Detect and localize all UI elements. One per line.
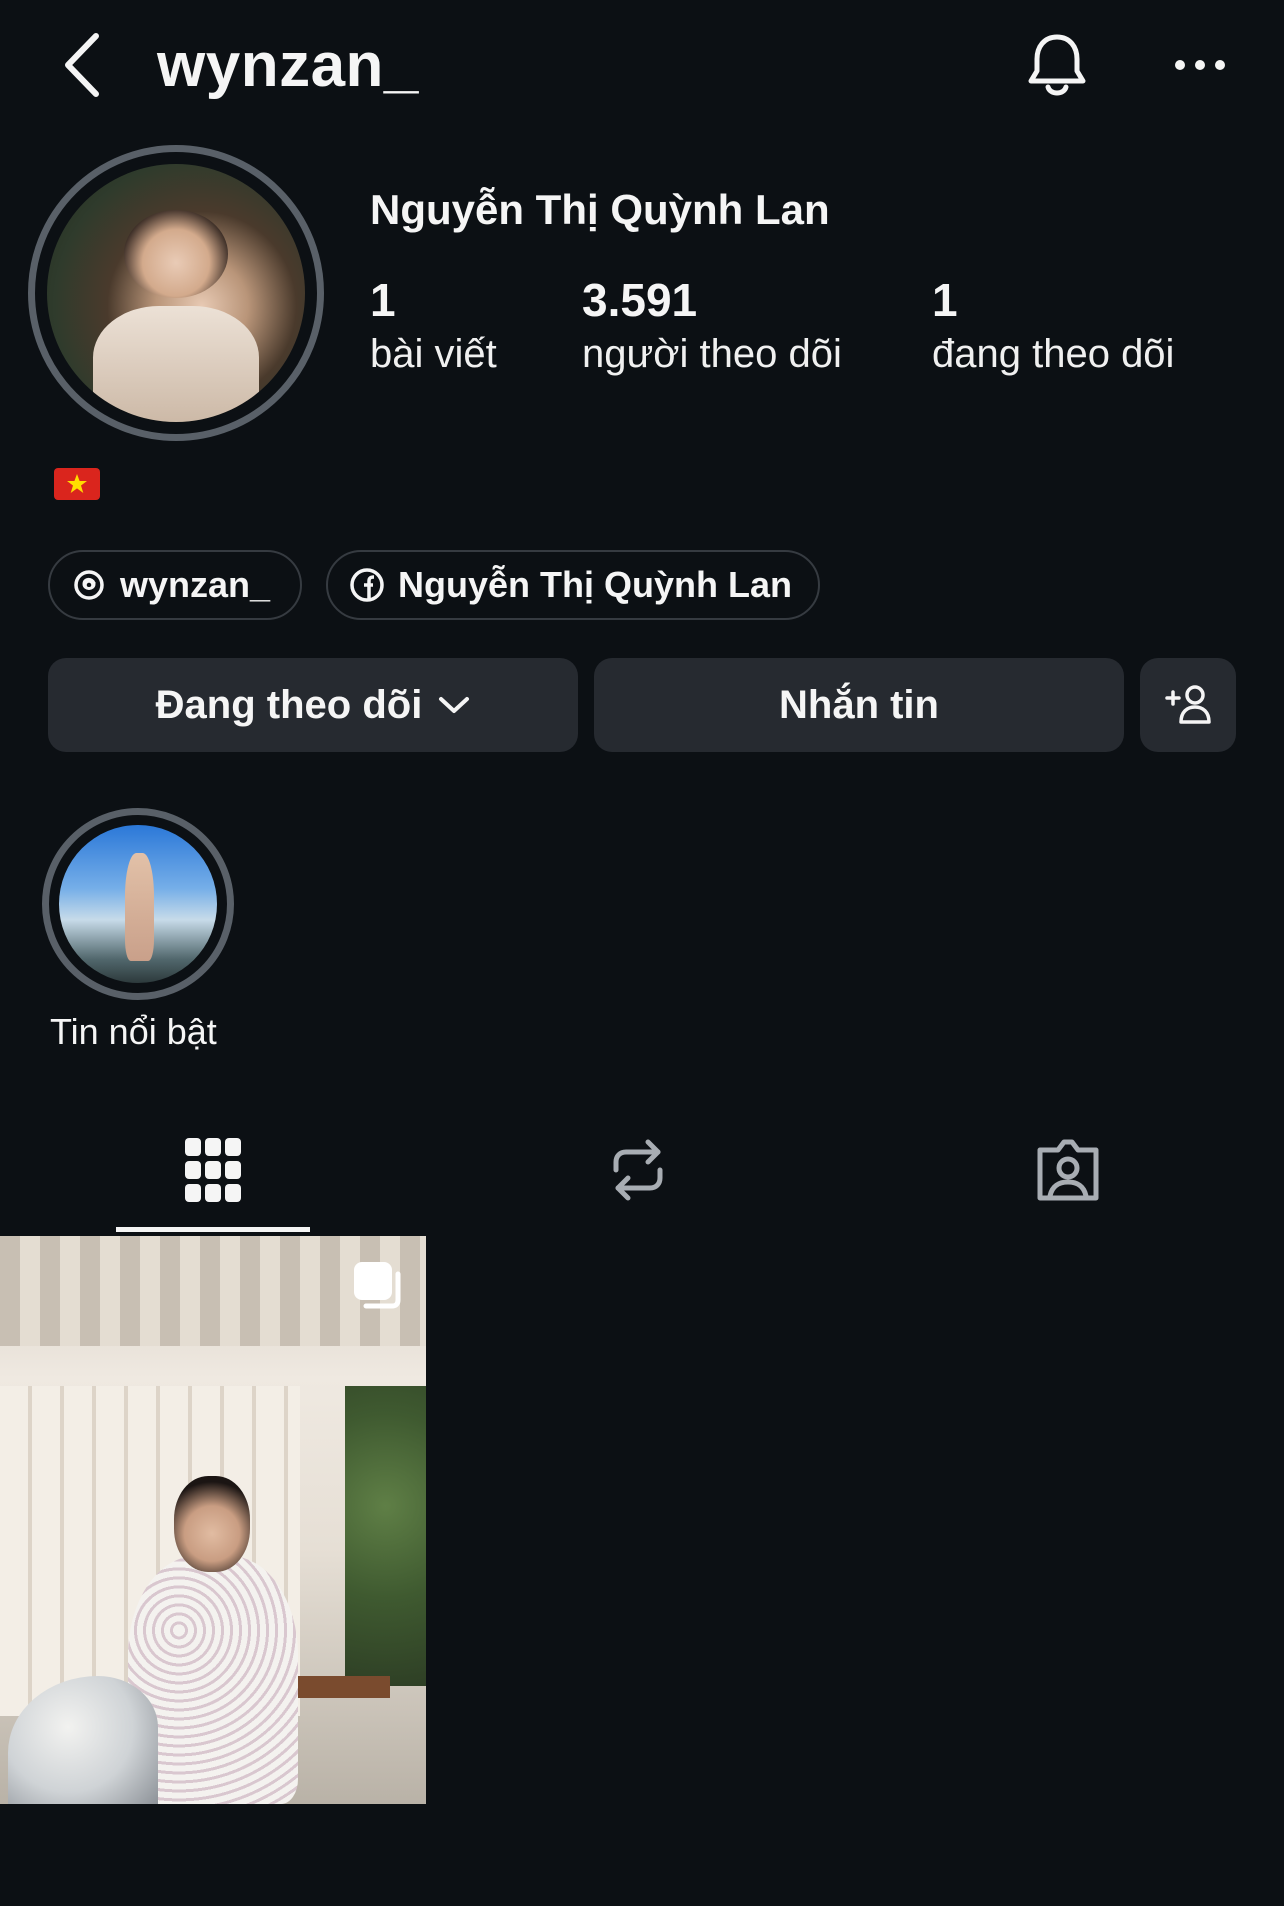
following-count: 1 bbox=[932, 274, 958, 326]
facebook-link[interactable]: Nguyễn Thị Quỳnh Lan bbox=[326, 550, 820, 620]
vietnam-flag-icon bbox=[54, 468, 100, 500]
grid-icon bbox=[185, 1138, 241, 1202]
profile-full-name: Nguyễn Thị Quỳnh Lan bbox=[370, 186, 830, 233]
facebook-link-label: Nguyễn Thị Quỳnh Lan bbox=[398, 564, 792, 605]
notifications-button[interactable] bbox=[1022, 28, 1092, 104]
avatar-image bbox=[47, 164, 305, 422]
suggested-users-button[interactable] bbox=[1140, 658, 1236, 752]
chevron-left-icon bbox=[65, 33, 99, 97]
message-button[interactable]: Nhắn tin bbox=[594, 658, 1124, 752]
threads-link[interactable]: wynzan_ bbox=[48, 550, 302, 620]
following-label: đang theo dõi bbox=[932, 332, 1175, 376]
facebook-icon bbox=[350, 568, 384, 602]
posts-count: 1 bbox=[370, 274, 396, 326]
tab-reposts[interactable] bbox=[568, 1120, 708, 1220]
stat-following[interactable]: 1 đang theo dõi bbox=[932, 272, 1174, 380]
active-tab-indicator bbox=[116, 1227, 310, 1232]
story-highlight[interactable] bbox=[42, 808, 234, 1000]
following-button-label: Đang theo dõi bbox=[155, 682, 423, 727]
message-button-label: Nhắn tin bbox=[779, 682, 939, 727]
profile-avatar[interactable] bbox=[28, 145, 324, 441]
repost-icon bbox=[613, 1139, 663, 1201]
stat-posts: 1 bài viết bbox=[370, 272, 497, 380]
threads-icon bbox=[72, 568, 106, 602]
following-button[interactable]: Đang theo dõi bbox=[48, 658, 578, 752]
top-bar: wynzan_ bbox=[0, 0, 1284, 140]
post-thumbnail[interactable] bbox=[0, 1236, 426, 1804]
bell-icon bbox=[1028, 34, 1086, 96]
highlight-label: Tin nổi bật bbox=[50, 1011, 217, 1052]
multiple-photos-icon bbox=[350, 1258, 406, 1314]
page-title: wynzan_ bbox=[157, 31, 419, 100]
tab-posts-grid[interactable] bbox=[143, 1120, 283, 1220]
threads-link-label: wynzan_ bbox=[120, 564, 271, 605]
more-horizontal-icon bbox=[1175, 60, 1225, 70]
tagged-icon bbox=[1037, 1139, 1099, 1201]
back-button[interactable] bbox=[52, 30, 112, 100]
posts-label: bài viết bbox=[370, 332, 497, 376]
tab-tagged[interactable] bbox=[998, 1120, 1138, 1220]
more-options-button[interactable] bbox=[1170, 40, 1230, 90]
add-person-icon bbox=[1165, 685, 1211, 724]
highlight-cover-image bbox=[59, 825, 217, 983]
followers-count: 3.591 bbox=[582, 274, 698, 326]
chevron-down-icon bbox=[439, 697, 470, 713]
followers-label: người theo dõi bbox=[582, 332, 842, 376]
stat-followers[interactable]: 3.591 người theo dõi bbox=[582, 272, 842, 380]
profile-page: wynzan_ Nguyễn Thị Quỳnh Lan 1 bài viết … bbox=[0, 0, 1284, 1906]
